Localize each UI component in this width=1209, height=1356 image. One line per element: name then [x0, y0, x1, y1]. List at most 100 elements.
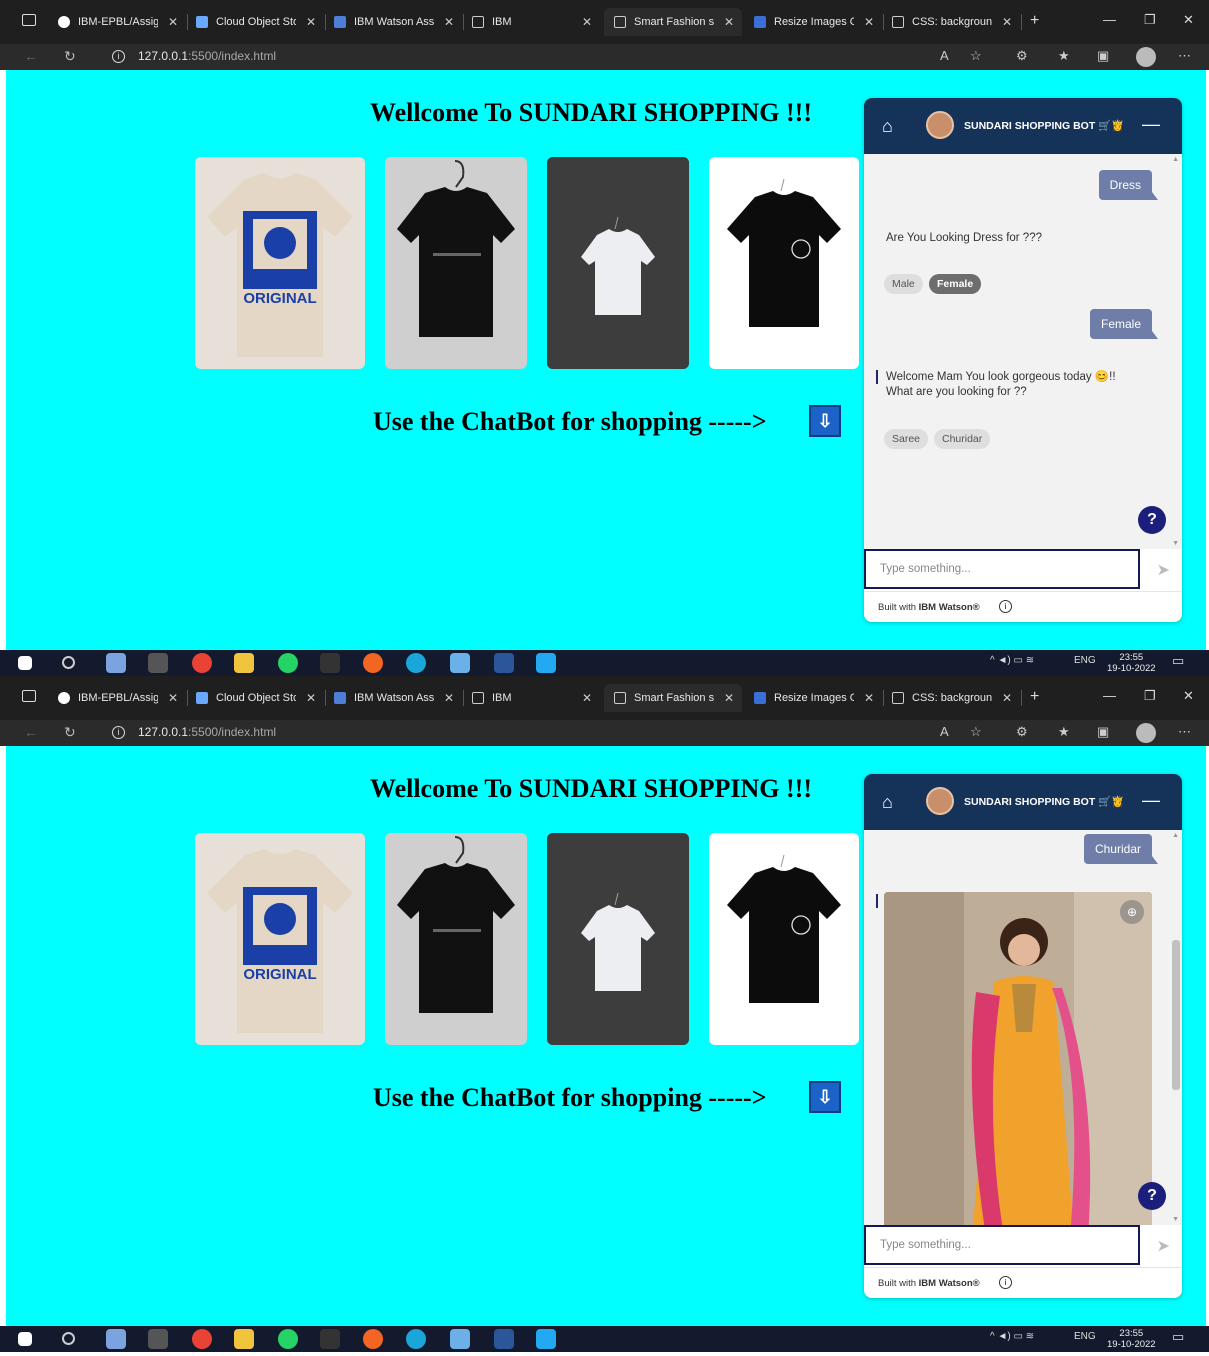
vscode-icon[interactable]: [536, 653, 556, 673]
close-tab-icon[interactable]: ✕: [1002, 691, 1012, 705]
back-icon[interactable]: ←: [24, 724, 38, 740]
postman-icon[interactable]: [363, 1329, 383, 1349]
chrome-icon[interactable]: [192, 653, 212, 673]
minimize-icon[interactable]: —: [1103, 688, 1116, 703]
app-icon[interactable]: [450, 1329, 470, 1349]
scroll-thumb[interactable]: [1172, 940, 1180, 1090]
more-icon[interactable]: ⋯: [1178, 48, 1191, 64]
close-tab-icon[interactable]: ✕: [444, 691, 454, 705]
tab-smart-fashion[interactable]: Smart Fashion sh ✕: [604, 684, 742, 712]
option-chip-churidar[interactable]: Churidar: [934, 429, 991, 449]
tab-actions-icon[interactable]: [22, 14, 36, 26]
new-tab-icon[interactable]: +: [1030, 688, 1039, 706]
extensions-icon[interactable]: ⚙: [1016, 48, 1028, 64]
file-explorer-icon[interactable]: [234, 653, 254, 673]
edge-icon[interactable]: [406, 1329, 426, 1349]
site-info-icon[interactable]: i: [112, 50, 125, 63]
url-field[interactable]: 127.0.0.1:5500/index.html: [138, 725, 276, 739]
chat-input[interactable]: Type something...: [864, 1225, 1140, 1265]
start-icon[interactable]: [18, 656, 32, 670]
product-tshirt-original[interactable]: ORIGINAL: [195, 157, 365, 369]
product-tshirt-black-logo[interactable]: [709, 157, 859, 369]
send-icon[interactable]: ➤: [1157, 560, 1170, 580]
postman-icon[interactable]: [363, 653, 383, 673]
terminal-icon[interactable]: [148, 1329, 168, 1349]
product-tshirt-black-hanging[interactable]: [385, 157, 527, 369]
tab-ibm[interactable]: IBM ✕: [462, 684, 600, 712]
minimize-chat-icon[interactable]: —: [1142, 114, 1160, 135]
help-button[interactable]: ?: [1138, 506, 1166, 534]
clock[interactable]: 23:55 19-10-2022: [1107, 652, 1156, 674]
network-app-icon[interactable]: [106, 653, 126, 673]
product-tshirt-black-hanging[interactable]: [385, 833, 527, 1045]
word-icon[interactable]: [494, 1329, 514, 1349]
collections-icon[interactable]: ▣: [1097, 724, 1109, 740]
scroll-down-button[interactable]: ⇩: [809, 405, 841, 437]
image-zoom-icon[interactable]: ⊕: [1120, 900, 1144, 924]
whatsapp-icon[interactable]: [278, 653, 298, 673]
back-icon[interactable]: ←: [24, 48, 38, 64]
app-d-icon[interactable]: [320, 653, 340, 673]
tab-cloud-object-storage[interactable]: Cloud Object Sto ✕: [186, 8, 326, 36]
minimize-chat-icon[interactable]: —: [1142, 790, 1160, 811]
notifications-icon[interactable]: ▭: [1172, 1329, 1184, 1345]
close-tab-icon[interactable]: ✕: [444, 15, 454, 29]
favorite-icon[interactable]: ☆: [970, 724, 982, 740]
edge-icon[interactable]: [406, 653, 426, 673]
close-tab-icon[interactable]: ✕: [582, 691, 592, 705]
language-indicator[interactable]: ENG: [1074, 655, 1096, 666]
churidar-dress-image[interactable]: ⊕: [884, 892, 1152, 1225]
tray-icons[interactable]: ^ ◄) ▭ ≋: [990, 1331, 1034, 1342]
option-chip-saree[interactable]: Saree: [884, 429, 929, 449]
notifications-icon[interactable]: ▭: [1172, 653, 1184, 669]
tray-icons[interactable]: ^ ◄) ▭ ≋: [990, 655, 1034, 666]
tab-github[interactable]: IBM-EPBL/Assign ✕: [48, 684, 188, 712]
close-tab-icon[interactable]: ✕: [582, 15, 592, 29]
chat-input[interactable]: Type something...: [864, 549, 1140, 589]
close-tab-icon[interactable]: ✕: [168, 691, 178, 705]
file-explorer-icon[interactable]: [234, 1329, 254, 1349]
close-tab-icon[interactable]: ✕: [864, 691, 874, 705]
favorites-icon[interactable]: ★: [1058, 724, 1070, 740]
home-icon[interactable]: ⌂: [882, 116, 893, 137]
tab-ibm[interactable]: IBM ✕: [462, 8, 600, 36]
tab-actions-icon[interactable]: [22, 690, 36, 702]
tab-css-background[interactable]: CSS: background ✕: [882, 684, 1022, 712]
app-icon[interactable]: [450, 653, 470, 673]
close-tab-icon[interactable]: ✕: [724, 15, 734, 29]
restore-icon[interactable]: ❐: [1144, 688, 1156, 704]
tab-resize-images[interactable]: Resize Images Or ✕: [744, 8, 884, 36]
extensions-icon[interactable]: ⚙: [1016, 724, 1028, 740]
tab-css-background[interactable]: CSS: background ✕: [882, 8, 1022, 36]
search-icon[interactable]: [62, 656, 75, 669]
scroll-down-button[interactable]: ⇩: [809, 1081, 841, 1113]
refresh-icon[interactable]: ↻: [64, 48, 76, 65]
word-icon[interactable]: [494, 653, 514, 673]
close-tab-icon[interactable]: ✕: [306, 15, 316, 29]
info-icon[interactable]: i: [999, 600, 1012, 613]
product-tshirt-white-dark-bg[interactable]: [547, 833, 689, 1045]
terminal-icon[interactable]: [148, 653, 168, 673]
chat-scrollbar[interactable]: ▲ ▼: [1170, 154, 1182, 549]
scroll-up-icon[interactable]: ▲: [1172, 832, 1179, 839]
tab-ibm-watson[interactable]: IBM Watson Assis ✕: [324, 684, 464, 712]
clock[interactable]: 23:55 19-10-2022: [1107, 1328, 1156, 1350]
close-tab-icon[interactable]: ✕: [724, 691, 734, 705]
product-tshirt-black-logo[interactable]: [709, 833, 859, 1045]
tab-ibm-watson[interactable]: IBM Watson Assis ✕: [324, 8, 464, 36]
home-icon[interactable]: ⌂: [882, 792, 893, 813]
whatsapp-icon[interactable]: [278, 1329, 298, 1349]
option-chip-female[interactable]: Female: [929, 274, 982, 294]
option-chip-male[interactable]: Male: [884, 274, 923, 294]
scroll-down-icon[interactable]: ▼: [1172, 540, 1179, 547]
app-d-icon[interactable]: [320, 1329, 340, 1349]
favorite-icon[interactable]: ☆: [970, 48, 982, 64]
send-icon[interactable]: ➤: [1157, 1236, 1170, 1256]
close-tab-icon[interactable]: ✕: [306, 691, 316, 705]
new-tab-icon[interactable]: +: [1030, 12, 1039, 30]
scroll-down-icon[interactable]: ▼: [1172, 1216, 1179, 1223]
profile-avatar[interactable]: [1136, 723, 1156, 743]
minimize-icon[interactable]: —: [1103, 12, 1116, 27]
vscode-icon[interactable]: [536, 1329, 556, 1349]
info-icon[interactable]: i: [999, 1276, 1012, 1289]
